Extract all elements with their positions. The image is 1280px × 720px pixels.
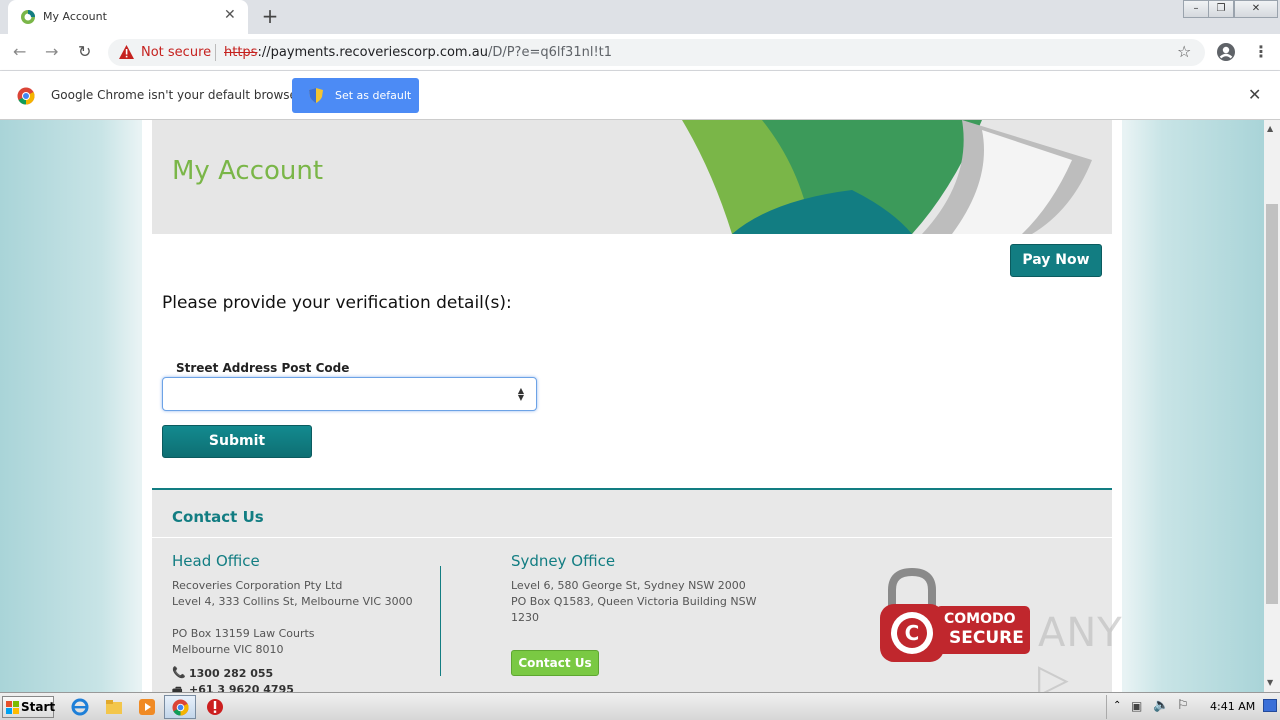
head-office-line: Level 4, 333 Collins St, Melbourne VIC 3…	[172, 595, 413, 608]
browser-toolbar: ← → ↻ Not secure https://payments.recove…	[0, 34, 1280, 71]
anyrun-watermark: ANY ▷ RUN	[1038, 610, 1123, 692]
start-button[interactable]: Start	[2, 696, 56, 718]
show-desktop-icon[interactable]	[1263, 699, 1277, 712]
restore-button[interactable]: ❐	[1208, 0, 1234, 18]
infobar-message: Google Chrome isn't your default browser	[51, 88, 302, 102]
tab-close-icon[interactable]: ✕	[224, 7, 236, 23]
url-text[interactable]: https://payments.recoveriescorp.com.au/D…	[224, 45, 612, 60]
sydney-office-line: PO Box Q1583, Queen Victoria Building NS…	[511, 595, 757, 608]
menu-kebab-icon[interactable]: ⋮	[1253, 42, 1269, 61]
phone-icon: 📞	[172, 666, 186, 679]
badge-brand: COMODO	[944, 611, 1016, 627]
scroll-down-icon[interactable]: ▼	[1267, 678, 1273, 687]
url-path: /D/P?e=q6lf31nl!t1	[487, 45, 613, 60]
banner-title: My Account	[172, 156, 324, 186]
media-player-icon[interactable]	[137, 697, 157, 717]
head-office-title: Head Office	[172, 552, 260, 570]
badge-secure: SECURE	[949, 628, 1024, 648]
profile-avatar-icon[interactable]	[1216, 42, 1236, 62]
head-office-line: Recoveries Corporation Pty Ltd	[172, 579, 343, 592]
svg-text:C: C	[905, 621, 920, 645]
number-spinner-icon[interactable]: ▲ ▼	[518, 387, 524, 402]
page-content: My Account Pay Now Please provide your v…	[142, 120, 1122, 692]
head-office-fax: +61 3 9620 4795	[189, 683, 294, 692]
head-office-address: Recoveries Corporation Pty Ltd Level 4, …	[172, 578, 413, 658]
chrome-logo-icon	[17, 87, 35, 105]
default-browser-infobar: Google Chrome isn't your default browser…	[0, 71, 1280, 120]
new-tab-button[interactable]: +	[258, 4, 282, 28]
contact-us-button[interactable]: Contact Us	[511, 650, 599, 676]
office-divider	[440, 566, 441, 676]
fax-icon: 🖷	[172, 685, 183, 692]
security-status[interactable]: Not secure	[141, 45, 211, 60]
head-office-line: PO Box 13159 Law Courts	[172, 627, 315, 640]
tab-title: My Account	[43, 10, 107, 23]
browser-tab[interactable]: My Account ✕	[8, 0, 248, 34]
forward-arrow-icon[interactable]: →	[45, 42, 58, 61]
action-center-flag-icon[interactable]: ⚐	[1177, 698, 1189, 713]
chrome-logo-icon	[172, 699, 189, 716]
set-as-default-label: Set as default	[335, 89, 412, 102]
sydney-office-line: 1230	[511, 611, 539, 624]
chrome-taskbar-button[interactable]	[164, 695, 196, 719]
windows-taskbar: Start ⌃ ▣ 🔈 ⚐ 4:41 AM	[0, 692, 1280, 720]
internet-explorer-icon[interactable]	[70, 697, 90, 717]
url-scheme: https	[224, 45, 258, 60]
windows-logo-icon	[6, 701, 19, 714]
reload-icon[interactable]: ↻	[78, 42, 91, 61]
scroll-up-icon[interactable]: ▲	[1267, 124, 1273, 133]
system-tray: ⌃ ▣ 🔈 ⚐ 4:41 AM	[1106, 695, 1278, 719]
sydney-office-line: Level 6, 580 George St, Sydney NSW 2000	[511, 579, 746, 592]
window-close-button[interactable]: ✕	[1234, 0, 1278, 18]
footer-divider	[152, 537, 1112, 538]
scrollbar-thumb[interactable]	[1266, 204, 1278, 604]
page-viewport: My Account Pay Now Please provide your v…	[0, 120, 1264, 692]
url-separator	[215, 44, 216, 61]
start-label: Start	[21, 700, 56, 714]
security-app-icon[interactable]	[205, 697, 225, 717]
url-host: ://payments.recoveriescorp.com.au	[257, 45, 488, 60]
volume-icon[interactable]: 🔈	[1153, 698, 1169, 713]
bookmark-star-icon[interactable]: ☆	[1177, 42, 1191, 61]
submit-button[interactable]: Submit	[162, 425, 312, 458]
warning-icon	[119, 45, 134, 59]
sydney-office-title: Sydney Office	[511, 552, 616, 570]
back-arrow-icon[interactable]: ←	[13, 42, 26, 61]
network-icon[interactable]: ▣	[1131, 699, 1142, 713]
file-explorer-icon[interactable]	[104, 697, 124, 717]
sydney-office-address: Level 6, 580 George St, Sydney NSW 2000 …	[511, 578, 756, 626]
head-office-phone[interactable]: 1300 282 055	[189, 667, 273, 680]
postcode-label: Street Address Post Code	[176, 361, 350, 375]
postcode-input[interactable]: ▲ ▼	[162, 377, 537, 411]
verification-prompt: Please provide your verification detail(…	[162, 293, 512, 313]
clock[interactable]: 4:41 AM	[1210, 700, 1255, 713]
set-as-default-button[interactable]: Set as default	[292, 78, 419, 113]
tab-strip: My Account ✕ + – ❐ ✕	[0, 0, 1280, 34]
head-office-line: Melbourne VIC 8010	[172, 643, 284, 656]
address-bar[interactable]: Not secure https://payments.recoveriesco…	[108, 39, 1205, 66]
infobar-close-icon[interactable]: ✕	[1248, 85, 1261, 104]
pay-now-button[interactable]: Pay Now	[1010, 244, 1102, 277]
uac-shield-icon	[309, 88, 323, 103]
contact-heading: Contact Us	[172, 508, 264, 526]
account-banner: My Account	[152, 120, 1112, 234]
tray-expand-icon[interactable]: ⌃	[1113, 700, 1121, 711]
site-favicon-icon	[21, 10, 35, 24]
comodo-secure-badge: C COMODO SECURE	[880, 566, 1032, 666]
vertical-scrollbar[interactable]: ▲ ▼	[1264, 120, 1280, 692]
minimize-button[interactable]: –	[1183, 0, 1209, 18]
contact-footer: Contact Us Head Office Recoveries Corpor…	[152, 488, 1122, 692]
